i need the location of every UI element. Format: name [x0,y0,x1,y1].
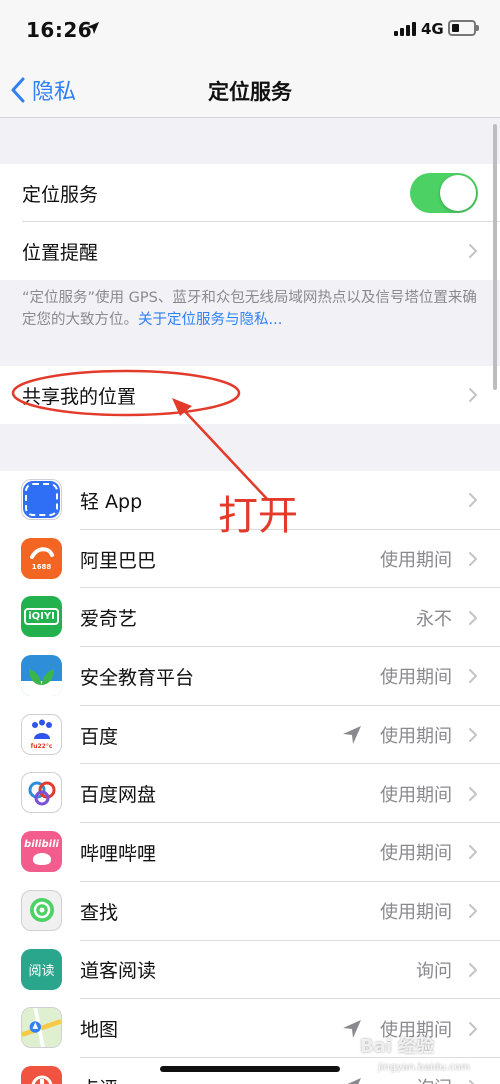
chevron-right-icon [469,1021,477,1036]
share-my-location-row[interactable]: 共享我的位置 [0,366,500,424]
app-row-find-my[interactable]: 查找 使用期间 [0,882,500,941]
app-row-doc88-reader[interactable]: 阅读 道客阅读 询问 [0,941,500,1000]
annotation-text: 打开 [218,493,298,539]
chevron-right-icon [469,244,477,258]
dianping-icon [21,1065,62,1084]
location-services-label: 定位服务 [22,183,99,206]
location-settings-group: 定位服务 位置提醒 [0,164,500,280]
app-row-baidu[interactable]: fu22°c 百度 使用期间 [0,706,500,765]
battery-icon [448,20,479,36]
location-reminders-row[interactable]: 位置提醒 [0,222,500,280]
watermark-url: jingyan.baidu.com [378,1062,471,1073]
navigation-bar: 隐私 定位服务 [0,62,500,118]
chevron-right-icon [469,845,477,860]
chevron-right-icon [469,388,477,402]
location-arrow-icon [347,1078,361,1084]
page-title: 定位服务 [208,80,292,104]
home-indicator[interactable] [160,1066,340,1072]
qing-app-icon [21,479,62,520]
app-permission-status: 使用期间 [380,902,452,924]
status-bar: 16:26 4G [0,0,500,62]
app-permissions-list: 轻 App 1688 阿里巴巴 使用期间 iQIYI 爱奇艺 永不 安全教育平台… [0,471,500,1084]
app-name: 道客阅读 [80,960,157,983]
share-my-location-label: 共享我的位置 [22,385,137,408]
app-name: 查找 [80,901,119,924]
find-my-icon [21,889,62,931]
app-name: 爱奇艺 [80,608,138,631]
safety-education-icon [21,655,62,697]
location-services-footnote: “定位服务”使用 GPS、蓝牙和众包无线局域网热点以及信号塔位置来确定您的大致方… [22,287,482,331]
chevron-right-icon [469,786,477,801]
chevron-right-icon [469,552,477,567]
doc88-reader-icon: 阅读 [21,948,62,990]
chevron-right-icon [469,493,477,508]
chevron-right-icon [469,610,477,625]
app-name: 哔哩哔哩 [80,842,157,865]
app-permission-status: 询问 [416,960,452,982]
app-name: 点评 [80,1074,118,1084]
location-arrow-icon [343,1019,361,1038]
app-permission-status: 使用期间 [380,784,452,806]
app-name: 地图 [80,1019,119,1042]
app-permission-status: 永不 [416,608,452,630]
location-arrow-icon [343,726,361,745]
app-permission-status: 使用期间 [380,843,452,865]
app-row-safety-education[interactable]: 安全教育平台 使用期间 [0,647,500,706]
privacy-link[interactable]: 关于定位服务与隐私... [138,312,282,328]
location-services-toggle[interactable] [410,173,478,213]
cellular-signal-icon [394,22,416,36]
bilibili-icon: bilibili [21,831,62,873]
app-permission-status: 询问 [416,1074,452,1084]
scrollbar[interactable] [493,124,497,390]
alibaba-icon: 1688 [21,537,62,579]
iqiyi-icon: iQIYI [21,596,62,638]
location-services-row: 定位服务 [0,164,500,222]
chevron-right-icon [469,1080,475,1084]
location-reminders-label: 位置提醒 [22,241,99,264]
network-type: 4G [421,20,444,38]
screen: 16:26 4G 隐私 定位服务 定位服务 位置提醒 “定位服务”使用 GPS、… [0,0,500,1084]
app-row-baidu-netdisk[interactable]: 百度网盘 使用期间 [0,764,500,824]
chevron-right-icon [469,962,477,977]
app-name: 百度 [80,725,119,748]
chevron-right-icon [469,728,477,743]
app-permission-status: 使用期间 [380,667,452,689]
chevron-right-icon [469,669,477,684]
app-permission-status: 使用期间 [380,550,452,572]
app-row-iqiyi[interactable]: iQIYI 爱奇艺 永不 [0,588,500,648]
status-time: 16:26 [26,18,93,42]
baidu-netdisk-icon [21,772,62,814]
watermark-brand: Bai 经验 [360,1036,435,1057]
app-name: 百度网盘 [80,784,157,807]
app-row-bilibili[interactable]: bilibili 哔哩哔哩 使用期间 [0,823,500,882]
app-name: 轻 App [80,490,143,513]
app-name: 阿里巴巴 [80,549,157,572]
app-permission-status: 使用期间 [380,726,452,748]
app-name: 安全教育平台 [80,666,195,689]
toggle-knob [440,175,476,211]
maps-icon [21,1007,62,1049]
chevron-right-icon [469,904,477,919]
location-arrow-icon [87,22,99,34]
baidu-icon: fu22°c [21,713,62,755]
share-location-group: 共享我的位置 [0,366,500,424]
